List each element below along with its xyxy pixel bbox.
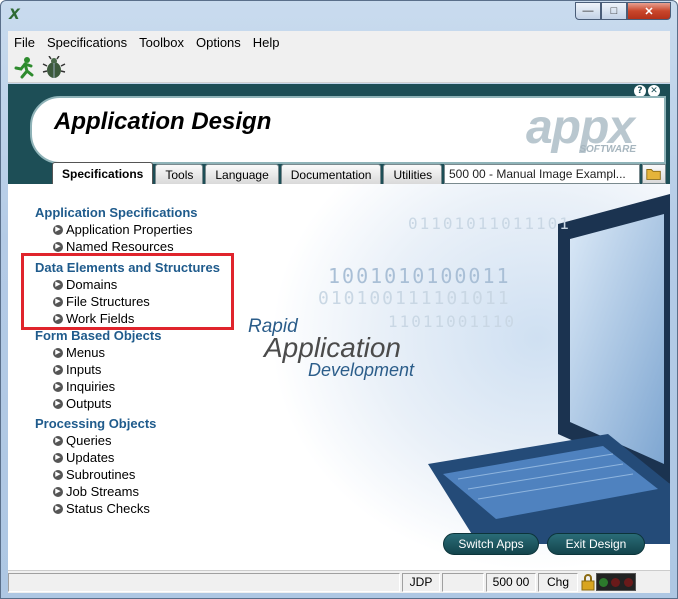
minimize-button[interactable]: — bbox=[575, 2, 601, 20]
folder-button[interactable] bbox=[642, 164, 666, 184]
binary-line-2: 1001010100011 bbox=[328, 264, 511, 288]
nav-item-subroutines[interactable]: ▶ Subroutines bbox=[35, 466, 235, 483]
tab-bar: Specifications Tools Language Documentat… bbox=[52, 162, 444, 184]
arrow-bullet-icon: ▶ bbox=[53, 470, 63, 480]
title-bar[interactable]: X — □ ✕ bbox=[1, 1, 677, 31]
maximize-button[interactable]: □ bbox=[601, 2, 627, 20]
nav-item-status-checks[interactable]: ▶ Status Checks bbox=[35, 500, 235, 517]
status-message bbox=[8, 572, 400, 592]
binary-line-4: 11011001110 bbox=[388, 312, 516, 331]
arrow-bullet-icon: ▶ bbox=[53, 382, 63, 392]
arrow-bullet-icon: ▶ bbox=[53, 436, 63, 446]
green-light-icon bbox=[598, 577, 608, 587]
highlight-box bbox=[21, 253, 234, 330]
application-selector[interactable]: 500 00 - Manual Image Exampl... bbox=[444, 164, 640, 184]
close-button[interactable]: ✕ bbox=[627, 2, 671, 20]
nav-item-menus[interactable]: ▶ Menus bbox=[35, 344, 235, 361]
status-user: JDP bbox=[402, 572, 440, 592]
menu-help[interactable]: Help bbox=[247, 35, 286, 50]
status-mode: Chg bbox=[538, 572, 578, 592]
tab-tools[interactable]: Tools bbox=[155, 164, 204, 184]
main-content: ? ✕ Application Design appx SOFTWARE Spe… bbox=[8, 84, 670, 570]
nav-item-job-streams[interactable]: ▶ Job Streams bbox=[35, 483, 235, 500]
arrow-bullet-icon: ▶ bbox=[53, 348, 63, 358]
tab-language[interactable]: Language bbox=[205, 164, 279, 184]
section-processing-objects: Processing Objects bbox=[35, 416, 157, 431]
decorative-graphic: 01101011011101 1001010100011 01010011110… bbox=[228, 184, 670, 570]
status-app-id: 500 00 bbox=[486, 572, 536, 592]
red-light-icon bbox=[611, 577, 621, 587]
lock-icon bbox=[581, 574, 595, 591]
status-blank bbox=[442, 572, 484, 592]
status-bar: JDP 500 00 Chg bbox=[8, 570, 670, 593]
window-controls: — □ ✕ bbox=[575, 2, 671, 20]
arrow-bullet-icon: ▶ bbox=[53, 365, 63, 375]
folder-icon bbox=[646, 169, 661, 180]
appx-logo-subtitle: SOFTWARE bbox=[579, 144, 636, 155]
binary-line-3: 010100111101011 bbox=[318, 288, 511, 309]
nav-item-application-properties[interactable]: ▶ Application Properties bbox=[35, 221, 235, 238]
nav-item-inputs[interactable]: ▶ Inputs bbox=[35, 361, 235, 378]
tab-documentation[interactable]: Documentation bbox=[280, 164, 382, 184]
design-navigation: Application Specifications ▶ Application … bbox=[35, 204, 235, 517]
arrow-bullet-icon: ▶ bbox=[53, 487, 63, 497]
menu-specifications[interactable]: Specifications bbox=[41, 35, 133, 50]
running-man-icon[interactable] bbox=[12, 56, 36, 80]
status-lights bbox=[596, 573, 636, 591]
menu-bar: File Specifications Toolbox Options Help bbox=[8, 31, 670, 53]
appx-x-icon: X bbox=[9, 7, 20, 23]
binary-line-1: 01101011011101 bbox=[408, 214, 571, 233]
menu-toolbox[interactable]: Toolbox bbox=[133, 35, 190, 50]
nav-item-inquiries[interactable]: ▶ Inquiries bbox=[35, 378, 235, 395]
exit-design-button[interactable]: Exit Design bbox=[547, 533, 645, 555]
development-text: Development bbox=[308, 360, 415, 380]
menu-options[interactable]: Options bbox=[190, 35, 247, 50]
arrow-bullet-icon: ▶ bbox=[53, 453, 63, 463]
arrow-bullet-icon: ▶ bbox=[53, 399, 63, 409]
section-application-specifications: Application Specifications bbox=[35, 205, 198, 220]
tab-specifications[interactable]: Specifications bbox=[52, 162, 154, 184]
tab-utilities[interactable]: Utilities bbox=[383, 164, 443, 184]
menu-file[interactable]: File bbox=[8, 35, 41, 50]
banner: ? ✕ Application Design appx SOFTWARE Spe… bbox=[8, 84, 670, 184]
arrow-bullet-icon: ▶ bbox=[53, 504, 63, 514]
banner-panel: Application Design appx SOFTWARE bbox=[30, 96, 666, 164]
page-title: Application Design bbox=[54, 108, 272, 135]
switch-apps-button[interactable]: Switch Apps bbox=[443, 533, 539, 555]
nav-item-updates[interactable]: ▶ Updates bbox=[35, 449, 235, 466]
computer-illustration bbox=[228, 184, 670, 570]
arrow-bullet-icon: ▶ bbox=[53, 242, 63, 252]
nav-item-queries[interactable]: ▶ Queries bbox=[35, 432, 235, 449]
toolbar bbox=[8, 53, 670, 83]
beetle-icon[interactable] bbox=[42, 56, 66, 80]
arrow-bullet-icon: ▶ bbox=[53, 225, 63, 235]
red-light-icon bbox=[624, 577, 634, 587]
app-window: X — □ ✕ File Specifications Toolbox Opti… bbox=[0, 0, 678, 599]
nav-item-outputs[interactable]: ▶ Outputs bbox=[35, 395, 235, 412]
